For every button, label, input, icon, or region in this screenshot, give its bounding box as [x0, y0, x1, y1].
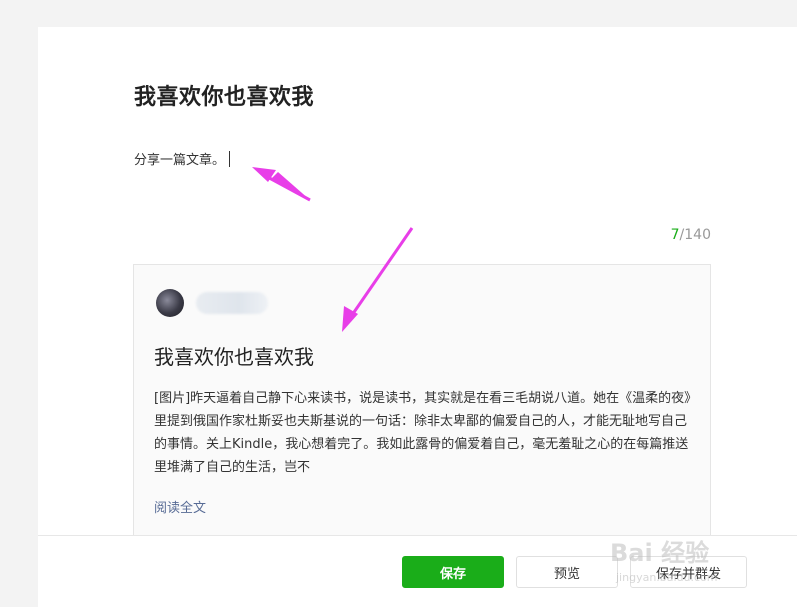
- save-button[interactable]: 保存: [402, 556, 504, 588]
- preview-button[interactable]: 预览: [516, 556, 618, 588]
- action-footer: 保存 预览 保存并群发: [38, 535, 797, 607]
- avatar: [156, 289, 184, 317]
- preview-excerpt: [图片]昨天逼着自己静下心来读书，说是读书，其实就是在看三毛胡说八道。她在《温柔…: [154, 391, 691, 475]
- text-caret: [229, 150, 231, 167]
- char-count-max: /140: [679, 227, 711, 243]
- article-preview-card: 我喜欢你也喜欢我 [图片]昨天逼着自己静下心来读书，说是读书，其实就是在看三毛胡…: [133, 264, 711, 554]
- post-title[interactable]: 我喜欢你也喜欢我: [134, 79, 314, 111]
- char-count-current: 7: [670, 227, 680, 243]
- read-more-link[interactable]: 阅读全文: [154, 497, 206, 516]
- author-name-blurred: [196, 292, 268, 314]
- comment-text: 分享一篇文章。: [134, 153, 226, 168]
- author-row: [156, 289, 268, 317]
- editor-card: 我喜欢你也喜欢我 分享一篇文章。 7/140 我喜欢你也喜欢我 [图片]昨天逼着…: [38, 27, 797, 607]
- char-counter: 7/140: [671, 227, 711, 243]
- save-and-send-button[interactable]: 保存并群发: [630, 556, 747, 588]
- preview-title: 我喜欢你也喜欢我: [154, 345, 314, 369]
- comment-input[interactable]: 分享一篇文章。: [134, 149, 231, 168]
